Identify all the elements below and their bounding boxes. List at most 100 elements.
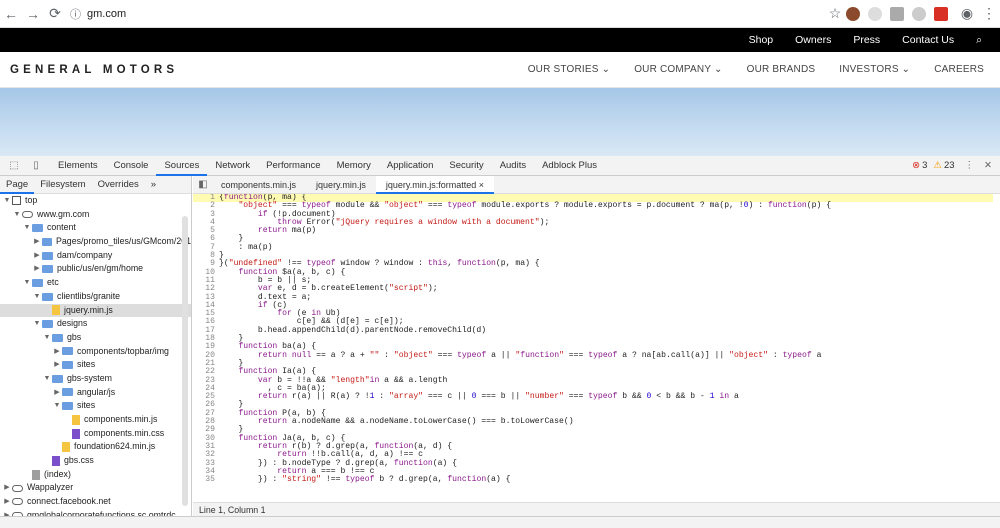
disclosure-triangle-icon[interactable]: ▼ — [42, 372, 52, 386]
more-icon[interactable]: ⋮ — [965, 160, 975, 171]
disclosure-triangle-icon[interactable]: ▼ — [42, 331, 52, 345]
disclosure-triangle-icon[interactable]: ▶ — [2, 481, 12, 495]
tree-node[interactable]: ▼ content — [0, 221, 191, 235]
devtools-tab-elements[interactable]: Elements — [50, 156, 106, 176]
devtools-tab-sources[interactable]: Sources — [156, 156, 208, 176]
tree-node[interactable]: gbs.css — [0, 454, 191, 468]
devtools-tab-security[interactable]: Security — [441, 156, 491, 176]
tree-node[interactable]: ▼ sites — [0, 399, 191, 413]
tree-node[interactable]: ▼ clientlibs/granite — [0, 290, 191, 304]
devtools-tab-console[interactable]: Console — [106, 156, 157, 176]
star-icon[interactable]: ☆ — [824, 3, 846, 25]
tree-node[interactable]: ▶ Wappalyzer — [0, 481, 191, 495]
contact-link[interactable]: Contact Us — [902, 34, 954, 46]
editor-file-tab[interactable]: jquery.min.js:formatted × — [375, 175, 495, 194]
disclosure-triangle-icon[interactable]: ▼ — [2, 194, 12, 208]
disclosure-triangle-icon[interactable]: ▼ — [52, 399, 62, 413]
device-toggle-icon[interactable]: ▯ — [28, 159, 44, 173]
nav-our-stories[interactable]: OUR STORIES ⌄ — [528, 64, 610, 75]
disclosure-triangle-icon[interactable]: ▶ — [52, 386, 62, 400]
toggle-navigator-icon[interactable]: ◧ — [195, 178, 211, 192]
inspect-icon[interactable]: ⬚ — [6, 159, 22, 173]
navigator-tab-more[interactable]: » — [145, 179, 162, 190]
tree-node[interactable]: ▼ gbs-system — [0, 372, 191, 386]
search-icon[interactable]: ⌕ — [976, 34, 982, 47]
editor-file-tab[interactable]: jquery.min.js — [306, 180, 376, 190]
nav-our-company[interactable]: OUR COMPANY ⌄ — [634, 64, 722, 75]
disclosure-triangle-icon[interactable]: ▼ — [32, 290, 42, 304]
tree-node[interactable]: components.min.js — [0, 413, 191, 427]
editor-file-tab[interactable]: components.min.js — [211, 180, 306, 190]
shop-link[interactable]: Shop — [749, 34, 774, 46]
tree-node[interactable]: components.min.css — [0, 427, 191, 441]
devtools-tab-network[interactable]: Network — [207, 156, 258, 176]
navigator-tab-overrides[interactable]: Overrides — [92, 179, 145, 190]
devtools-tab-adblock-plus[interactable]: Adblock Plus — [534, 156, 605, 176]
owners-link[interactable]: Owners — [795, 34, 831, 46]
tree-node[interactable]: ▶ components/topbar/img — [0, 345, 191, 359]
gm-logo[interactable]: GENERAL MOTORS — [10, 64, 178, 76]
code-line[interactable]: } — [219, 235, 831, 244]
tree-node[interactable]: (index) — [0, 468, 191, 482]
adblock-icon[interactable] — [934, 6, 948, 21]
tree-scrollbar[interactable] — [182, 216, 188, 506]
tree-node[interactable]: ▶ gmglobalcorporatefunctions.sc.omtrdc — [0, 509, 191, 516]
code-line[interactable]: return r(a) || R(a) ? !1 : "array" === c… — [219, 392, 831, 401]
disclosure-triangle-icon[interactable]: ▶ — [52, 358, 62, 372]
devtools-tab-performance[interactable]: Performance — [258, 156, 328, 176]
tree-node[interactable]: ▼ designs — [0, 317, 191, 331]
devtools-tab-audits[interactable]: Audits — [492, 156, 534, 176]
nav-our-brands[interactable]: OUR BRANDS — [747, 64, 816, 75]
devtools-tab-application[interactable]: Application — [379, 156, 441, 176]
code-area[interactable]: 1 2 3 4 5 6 7 8 9 10 11 12 13 14 15 16 17 18 19 20 21 22 23 24 2… — [193, 194, 1000, 496]
code-line[interactable]: d.text = a; — [219, 293, 831, 302]
address-bar[interactable]: ⓘ gm.com — [70, 4, 824, 24]
tree-node[interactable]: ▼ www.gm.com — [0, 208, 191, 222]
extension-icon[interactable] — [890, 6, 904, 21]
code-line[interactable]: : ma(p) — [219, 243, 831, 252]
tree-node[interactable]: ▶ sites — [0, 358, 191, 372]
press-link[interactable]: Press — [853, 34, 880, 46]
code-line[interactable]: return null == a ? a + "" : "object" ===… — [219, 351, 831, 360]
tree-node[interactable]: ▶ angular/js — [0, 386, 191, 400]
disclosure-triangle-icon[interactable]: ▶ — [32, 249, 42, 263]
disclosure-triangle-icon[interactable]: ▼ — [22, 276, 32, 290]
close-icon[interactable]: ✕ — [984, 160, 992, 171]
devtools-tab-memory[interactable]: Memory — [329, 156, 379, 176]
profile-icon[interactable]: ◉ — [956, 3, 978, 25]
tree-node[interactable]: ▼ gbs — [0, 331, 191, 345]
tree-node[interactable]: ▼ etc — [0, 276, 191, 290]
tree-node[interactable]: ▶ connect.facebook.net — [0, 495, 191, 509]
tree-node[interactable]: ▶ Pages/promo_tiles/us/GMcom/201 — [0, 235, 191, 249]
menu-icon[interactable]: ⋮ — [978, 3, 1000, 25]
tree-node[interactable]: foundation624.min.js — [0, 440, 191, 454]
issue-counters[interactable]: ⊗ 3 ⚠ 23 ⋮ ✕ — [912, 160, 1000, 171]
navigator-tab-page[interactable]: Page — [0, 176, 35, 194]
reload-icon[interactable]: ⟳ — [44, 3, 66, 25]
code-line[interactable]: return a.nodeName && a.nodeName.toLowerC… — [219, 417, 831, 426]
tree-node[interactable]: ▶ dam/company — [0, 249, 191, 263]
tree-node[interactable]: ▶ public/us/en/gm/home — [0, 262, 191, 276]
code-line[interactable]: return ma(p) — [219, 226, 831, 235]
disclosure-triangle-icon[interactable]: ▶ — [2, 495, 12, 509]
disclosure-triangle-icon[interactable]: ▼ — [22, 221, 32, 235]
tree-node[interactable]: jquery.min.js — [0, 303, 191, 318]
extension-icon[interactable] — [868, 6, 882, 21]
info-icon[interactable]: ⓘ — [70, 6, 81, 22]
disclosure-triangle-icon[interactable]: ▶ — [32, 235, 42, 249]
tree-node[interactable]: ▼ top — [0, 194, 191, 208]
forward-icon[interactable]: → — [22, 3, 44, 25]
back-icon[interactable]: ← — [0, 3, 22, 25]
extension-icon[interactable] — [846, 6, 860, 21]
navigator-tab-filesystem[interactable]: Filesystem — [34, 179, 91, 190]
nav-investors[interactable]: INVESTORS ⌄ — [839, 64, 910, 75]
disclosure-triangle-icon[interactable]: ▶ — [2, 509, 12, 516]
disclosure-triangle-icon[interactable]: ▼ — [32, 317, 42, 331]
code-line[interactable]: }) : "string" !== typeof b ? d.grep(a, f… — [219, 475, 831, 484]
nav-careers[interactable]: CAREERS — [934, 64, 984, 75]
disclosure-triangle-icon[interactable]: ▼ — [12, 208, 22, 222]
code-text[interactable]: {function(p, ma) { "object" === typeof m… — [219, 194, 831, 484]
disclosure-triangle-icon[interactable]: ▶ — [52, 345, 62, 359]
extension-icon[interactable] — [912, 6, 926, 21]
disclosure-triangle-icon[interactable]: ▶ — [32, 262, 42, 276]
